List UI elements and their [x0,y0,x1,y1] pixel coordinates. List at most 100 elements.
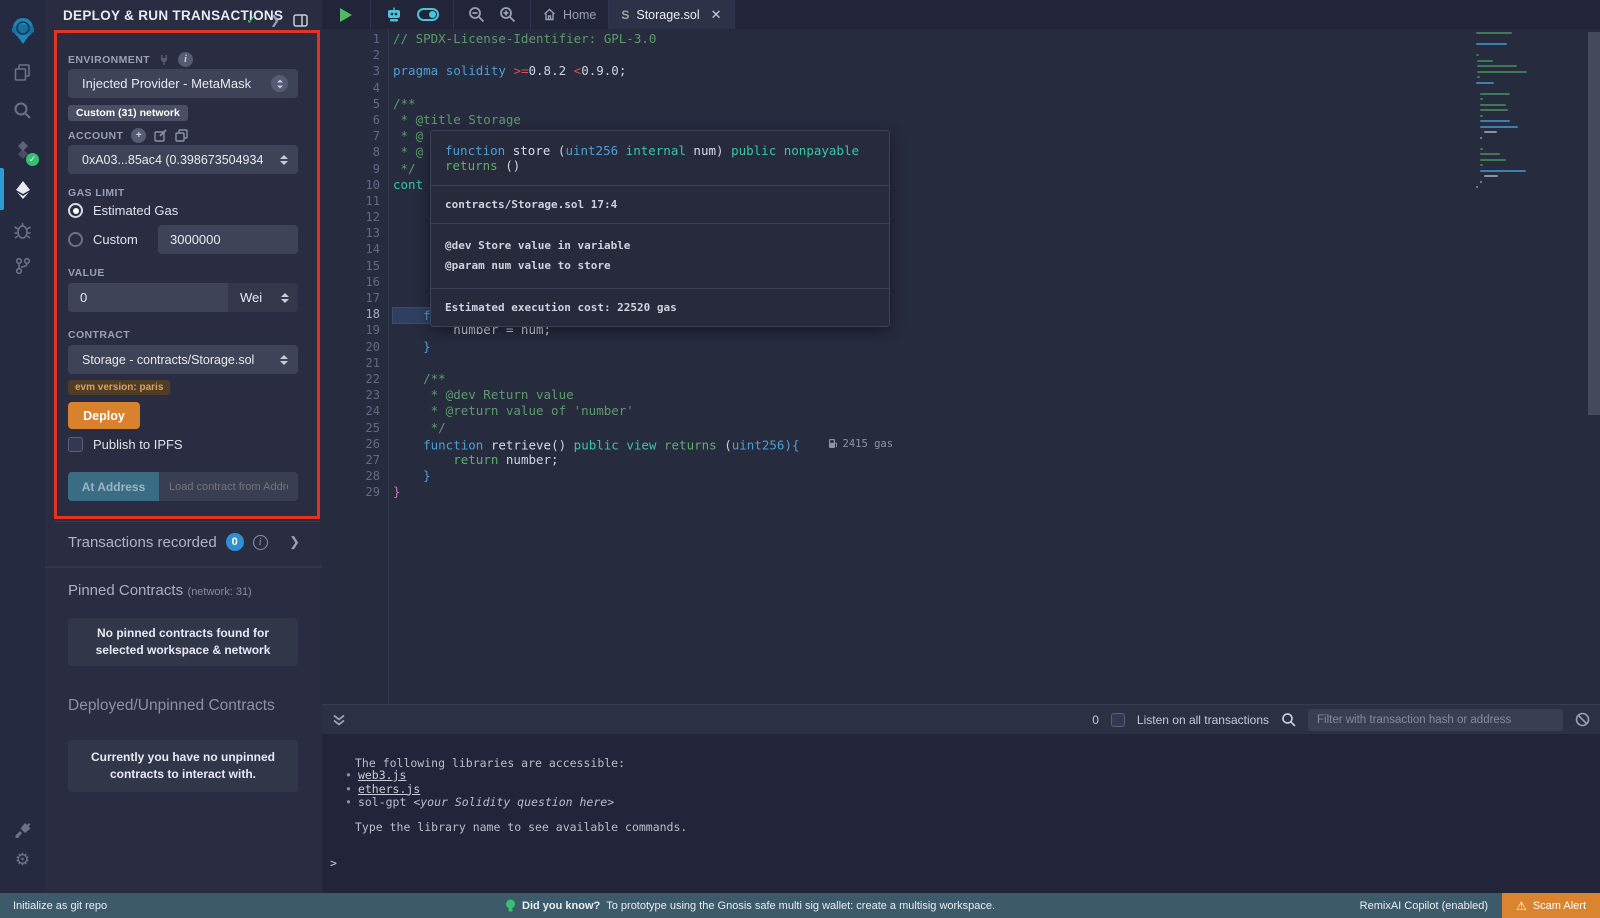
tooltip-doc: @dev Store value in variable @param num … [431,224,889,289]
warning-icon: ⚠ [1516,899,1527,913]
environment-label: ENVIRONMENT [68,54,150,66]
create-account-icon[interactable]: + [131,128,146,143]
collapse-terminal-icon[interactable] [332,713,346,727]
editor-area: Home S Storage.sol ✕ 1234567891011121314… [322,0,1600,893]
environment-select[interactable]: Injected Provider - MetaMask [68,69,298,98]
plug-icon[interactable] [158,54,170,66]
environment-info-icon[interactable]: i [178,52,193,67]
deploy-run-icon[interactable] [0,170,45,210]
run-script-icon[interactable] [340,8,352,22]
custom-gas-input[interactable] [158,225,298,254]
evm-version-badge: evm version: paris [68,380,170,395]
tab-home[interactable]: Home [531,0,609,29]
at-address-input[interactable] [159,472,298,501]
tab-storage-label: Storage.sol [636,8,699,22]
did-you-know-text: To prototype using the Gnosis safe multi… [606,900,995,912]
chevron-updown-icon [271,75,288,92]
account-value: 0xA03...85ac4 (0.398673504934 [82,153,263,167]
hover-tooltip: function store (uint256 internal num) pu… [430,130,890,327]
chevron-updown-icon [280,155,288,165]
zoom-in-icon[interactable] [499,6,516,23]
account-select[interactable]: 0xA03...85ac4 (0.398673504934 [68,145,298,174]
contract-value: Storage - contracts/Storage.sol [82,353,254,367]
terminal-filter-input[interactable] [1308,709,1563,731]
settings-icon[interactable]: ⚙ [0,840,45,880]
line-numbers: 1234567891011121314151617181920212223242… [322,31,380,500]
value-unit-select[interactable]: Wei [228,283,298,312]
transactions-count-badge: 0 [226,533,244,551]
listen-all-label: Listen on all transactions [1137,713,1269,727]
copilot-status: RemixAI Copilot (enabled) [1360,900,1502,912]
listen-all-checkbox[interactable] [1111,713,1125,727]
terminal-library-list: web3.js ethers.js sol-gpt <your Solidity… [345,769,614,810]
publish-ipfs-label: Publish to IPFS [93,437,183,452]
publish-ipfs-checkbox[interactable] [68,437,83,452]
unpinned-contracts-title: Deployed/Unpinned Contracts [68,697,275,715]
pin-panel-icon[interactable] [293,14,308,27]
custom-gas-label: Custom [93,232,138,247]
tooltip-gas: Estimated execution cost: 22520 gas [431,289,889,326]
solidity-file-icon: S [621,8,629,22]
chevron-updown-icon [281,293,289,303]
tab-storage-sol[interactable]: S Storage.sol ✕ [609,0,734,29]
terminal-hint: Type the library name to see available c… [355,820,687,834]
did-you-know-label: Did you know? [522,900,600,912]
ethers-link[interactable]: ethers.js [358,782,420,796]
home-icon [543,8,556,21]
solidity-compiler-icon[interactable]: ✓ [0,130,45,170]
list-item: ethers.js [345,783,614,797]
copy-address-icon[interactable] [175,129,188,142]
contract-select[interactable]: Storage - contracts/Storage.sol [68,345,298,374]
sign-message-icon[interactable] [154,129,167,142]
tab-home-label: Home [563,8,596,22]
environment-value: Injected Provider - MetaMask [82,76,251,91]
icon-rail: ✓ ⚙ [0,0,45,893]
terminal[interactable]: The following libraries are accessible: … [322,734,1600,893]
file-explorer-icon[interactable] [0,52,45,92]
minimap[interactable] [1476,32,1540,192]
scam-alert-button[interactable]: ⚠ Scam Alert [1502,893,1600,918]
estimated-gas-label: Estimated Gas [93,203,178,218]
estimated-gas-radio[interactable] [68,203,83,218]
transactions-recorded-label: Transactions recorded [68,534,217,551]
web3-link[interactable]: web3.js [358,768,406,782]
contract-label: CONTRACT [68,329,130,341]
ai-toggle-icon[interactable] [417,8,439,21]
transactions-info-icon[interactable]: i [253,535,268,550]
lightbulb-icon [505,899,516,913]
tooltip-signature: function store (uint256 internal num) pu… [431,131,889,186]
editor-scrollbar[interactable] [1588,32,1600,415]
pinned-contracts-subtitle: (network: 31) [188,586,252,598]
git-icon[interactable] [0,246,45,286]
transactions-expand-icon[interactable]: ❯ [289,534,300,550]
terminal-search-icon[interactable] [1281,712,1296,727]
search-icon[interactable] [0,90,45,130]
terminal-toolbar: 0 Listen on all transactions [322,704,1600,734]
custom-gas-radio[interactable] [68,232,83,247]
pinned-contracts-title: Pinned Contracts [68,582,183,599]
deploy-run-panel: DEPLOY & RUN TRANSACTIONS ✓ ❯ ENVIRONMEN… [45,0,322,893]
account-label: ACCOUNT [68,130,123,142]
value-unit: Wei [240,290,262,305]
value-label: VALUE [68,267,105,279]
status-bar: Initialize as git repo Did you know? To … [0,893,1600,918]
zoom-out-icon[interactable] [468,6,485,23]
remix-logo[interactable] [0,6,45,54]
panel-chevron-icon[interactable]: ❯ [270,13,280,27]
pending-tx-count: 0 [1092,713,1099,727]
git-init-status[interactable]: Initialize as git repo [0,900,107,912]
list-item: sol-gpt <your Solidity question here> [345,796,614,810]
list-item: web3.js [345,769,614,783]
value-input[interactable] [68,283,228,312]
clear-console-icon[interactable] [1575,712,1590,727]
close-tab-icon[interactable]: ✕ [711,7,722,23]
chevron-updown-icon [280,355,288,365]
compiler-success-badge: ✓ [26,153,39,166]
terminal-prompt[interactable]: > [330,856,337,870]
at-address-button[interactable]: At Address [68,472,159,501]
pinned-empty-state: No pinned contracts found forselected wo… [68,618,298,666]
debugger-icon[interactable] [0,210,45,250]
remix-ai-icon[interactable] [385,7,403,23]
editor-tabbar: Home S Storage.sol ✕ [322,0,1600,29]
deploy-button[interactable]: Deploy [68,402,140,429]
